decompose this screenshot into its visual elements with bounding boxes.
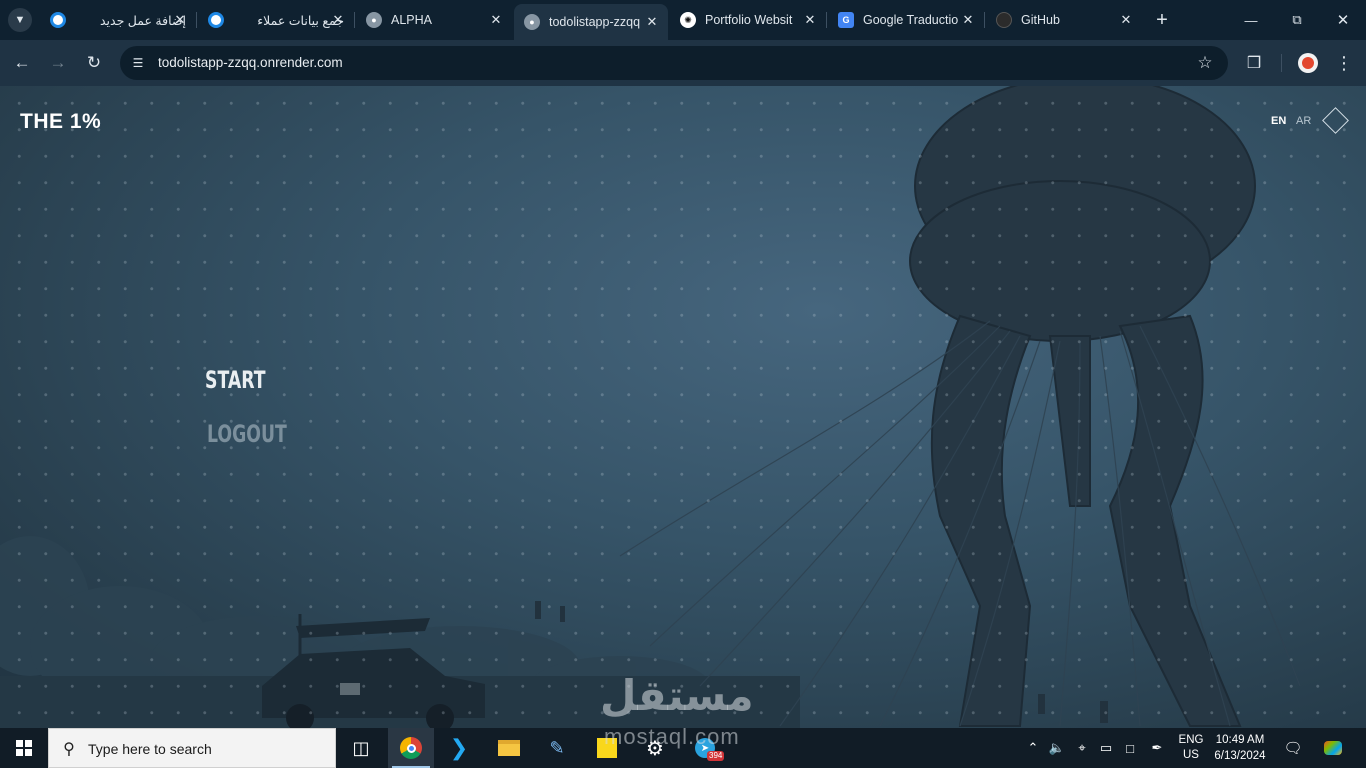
tab-portfolio-website[interactable]: ✺ Portfolio Websit ✕ [670,4,826,36]
tab-add-new-job[interactable]: إضافة عمل جديد ✕ [40,4,196,36]
clock-time: 10:49 AM [1215,734,1265,746]
forward-arrow-icon[interactable]: → [44,49,72,77]
web-page: THE 1% EN AR START LOGOUT مستقل [0,86,1366,728]
mostaql-watermark-url: mostaql.com [604,724,740,749]
tab-title: إضافة عمل جديد [100,13,186,28]
globe-icon: ● [366,12,382,28]
input-lang-bottom: US [1183,749,1199,761]
tab-title: Google Traductio [863,13,959,27]
tab-search-chevron-icon[interactable]: ▼ [8,8,32,32]
mostaql-watermark: مستقل [600,672,754,719]
notification-icon[interactable]: 🗨 [1283,738,1303,758]
blue-ring-icon [50,12,66,28]
dot-grid-overlay [0,86,1366,728]
wifi-icon[interactable]: ⌖ [1073,739,1091,757]
blue-ring-icon [208,12,224,28]
input-lang-top: ENG [1178,734,1204,746]
browser-toolbar: ← → ↻ ☰ todolistapp-zzqq.onrender.com ☆ … [0,40,1366,86]
windows-start-icon[interactable] [0,728,48,768]
close-tab-icon[interactable]: ✕ [330,12,346,28]
file-explorer-icon[interactable] [486,728,532,768]
tab-separator [984,12,985,28]
close-window-icon[interactable]: ✕ [1320,0,1366,40]
bookmark-star-icon[interactable]: ☆ [1194,52,1216,74]
tab-title: todolistapp-zzqq [549,15,641,29]
tab-github[interactable]: GitHub ✕ [986,4,1142,36]
minimize-icon[interactable]: — [1228,0,1274,40]
new-tab-plus-icon[interactable]: + [1150,8,1174,32]
tab-alpha[interactable]: ● ALPHA ✕ [356,4,512,36]
meet-now-icon[interactable]: □ [1121,739,1139,757]
github-icon [996,12,1012,28]
reload-icon[interactable]: ↻ [80,49,108,77]
tab-todolistapp[interactable]: ● todolistapp-zzqq ✕ [514,4,668,40]
copilot-icon[interactable] [1322,739,1344,757]
start-link[interactable]: START [205,366,266,394]
clock-date: 6/13/2024 [1214,750,1266,762]
task-view-icon[interactable]: ◫ [338,728,384,768]
tab-collect-client-data[interactable]: جمع بيانات عملاء ✕ [198,4,354,36]
chevron-up-icon[interactable]: ⌃ [1024,739,1042,757]
close-tab-icon[interactable]: ✕ [960,12,976,28]
vscode-icon[interactable]: ❯ [436,728,482,768]
battery-icon[interactable]: ▭ [1097,739,1115,757]
browser-tab-strip: ▼ إضافة عمل جديد ✕ جمع بيانات عملاء ✕ ● … [0,0,1366,40]
close-tab-icon[interactable]: ✕ [172,12,188,28]
openai-icon: ✺ [680,12,696,28]
globe-icon: ● [524,14,540,30]
url-text[interactable]: todolistapp-zzqq.onrender.com [158,55,343,70]
site-info-tune-icon[interactable]: ☰ [128,53,148,73]
restore-icon[interactable]: ⧉ [1274,0,1320,40]
close-tab-icon[interactable]: ✕ [1118,12,1134,28]
close-tab-icon[interactable]: ✕ [802,12,818,28]
back-arrow-icon[interactable]: ← [8,49,36,77]
taskbar-search[interactable]: ⚲ Type here to search [48,728,336,768]
profile-avatar-icon[interactable] [1298,53,1318,73]
notepad-icon[interactable]: ✎ [534,728,580,768]
pen-icon[interactable]: ✒ [1148,739,1166,757]
logout-link[interactable]: LOGOUT [207,420,287,448]
extensions-puzzle-icon[interactable]: ❒ [1241,50,1267,76]
search-placeholder: Type here to search [88,741,212,757]
system-clock[interactable]: 10:49 AM 6/13/2024 [1208,732,1272,764]
volume-icon[interactable]: 🔈 [1048,739,1066,757]
tab-separator [826,12,827,28]
search-icon: ⚲ [63,741,75,758]
close-tab-icon[interactable]: ✕ [644,14,660,30]
tab-title: ALPHA [391,13,432,27]
kebab-menu-icon[interactable]: ⋮ [1331,50,1357,76]
tab-title: Portfolio Websit [705,13,793,27]
telegram-unread-badge: 394 [707,751,725,761]
brand-logo[interactable]: THE 1% [20,110,101,134]
toolbar-separator [1281,54,1282,72]
tab-google-translate[interactable]: G Google Traductio ✕ [828,4,984,36]
google-translate-icon: G [838,12,854,28]
tab-separator [196,12,197,28]
input-language-indicator[interactable]: ENG US [1178,733,1204,763]
chrome-icon[interactable] [388,728,434,768]
tab-separator [354,12,355,28]
language-ar-link[interactable]: AR [1296,115,1311,127]
close-tab-icon[interactable]: ✕ [488,12,504,28]
address-bar[interactable]: ☰ todolistapp-zzqq.onrender.com ☆ [120,46,1228,80]
tab-title: جمع بيانات عملاء [257,13,344,28]
language-en-link[interactable]: EN [1271,115,1286,127]
tab-title: GitHub [1021,13,1060,27]
